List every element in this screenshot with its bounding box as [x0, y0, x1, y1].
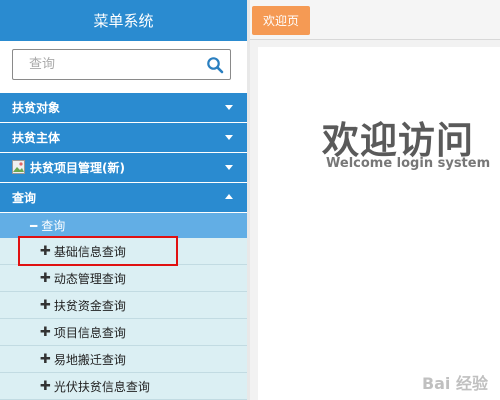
- chevron-down-icon: [225, 165, 233, 170]
- plus-icon: ✚: [40, 351, 51, 367]
- submenu-item-funding[interactable]: ✚ 扶贫资金查询: [0, 292, 247, 319]
- submenu-item-label: 扶贫资金查询: [53, 298, 126, 313]
- search-box: [12, 49, 231, 80]
- chevron-down-icon: [225, 105, 233, 110]
- welcome-panel: 欢迎访问 Welcome login system: [258, 47, 500, 400]
- watermark: Bai 经验: [421, 374, 488, 393]
- submenu-query-header[interactable]: ━ 查询: [0, 213, 247, 238]
- submenu-item-label: 基础信息查询: [53, 244, 126, 259]
- plus-icon: ✚: [40, 297, 51, 313]
- menu-item-poverty-targets[interactable]: 扶贫对象: [0, 93, 247, 123]
- sidebar: 菜单系统 扶贫对象 扶贫主体 扶贫项目管理(新): [0, 0, 247, 400]
- submenu-item-basic-info[interactable]: ✚ 基础信息查询: [0, 238, 247, 265]
- menu-item-poverty-subjects[interactable]: 扶贫主体: [0, 123, 247, 153]
- welcome-subtitle: Welcome login system: [326, 156, 491, 171]
- submenu-item-dynamic-management[interactable]: ✚ 动态管理查询: [0, 265, 247, 292]
- chevron-down-icon: [225, 135, 233, 140]
- tab-welcome[interactable]: 欢迎页: [252, 6, 310, 35]
- submenu-item-label: 动态管理查询: [53, 271, 126, 286]
- submenu-item-project-info[interactable]: ✚ 项目信息查询: [0, 319, 247, 346]
- submenu-item-label: 项目信息查询: [53, 325, 126, 340]
- submenu-item-relocation[interactable]: ✚ 易地搬迁查询: [0, 346, 247, 373]
- menu-item-label: 查询: [12, 191, 37, 205]
- menu-item-label: 扶贫项目管理(新): [30, 161, 125, 175]
- main-area: 欢迎页 欢迎访问 Welcome login system: [250, 0, 500, 400]
- submenu-item-solar[interactable]: ✚ 光伏扶贫信息查询: [0, 373, 247, 400]
- chevron-up-icon: [225, 194, 233, 199]
- plus-icon: ✚: [40, 270, 51, 286]
- plus-icon: ✚: [40, 243, 51, 259]
- search-area: [0, 41, 247, 93]
- broken-image-icon: [12, 160, 26, 175]
- tab-bar: 欢迎页: [250, 0, 500, 40]
- plus-icon: ✚: [40, 324, 51, 340]
- menu-item-label: 扶贫对象: [12, 101, 61, 115]
- menu-item-label: 扶贫主体: [12, 131, 61, 145]
- menu-item-query[interactable]: 查询: [0, 183, 247, 213]
- search-icon[interactable]: [206, 56, 224, 74]
- menu-item-project-management[interactable]: 扶贫项目管理(新): [0, 153, 247, 183]
- search-input[interactable]: [13, 50, 203, 79]
- sidebar-title: 菜单系统: [0, 0, 247, 41]
- collapse-icon: ━: [30, 218, 38, 233]
- plus-icon: ✚: [40, 378, 51, 394]
- submenu-item-label: 光伏扶贫信息查询: [53, 379, 150, 394]
- submenu-item-label: 易地搬迁查询: [53, 352, 126, 367]
- submenu-header-label: 查询: [41, 219, 66, 233]
